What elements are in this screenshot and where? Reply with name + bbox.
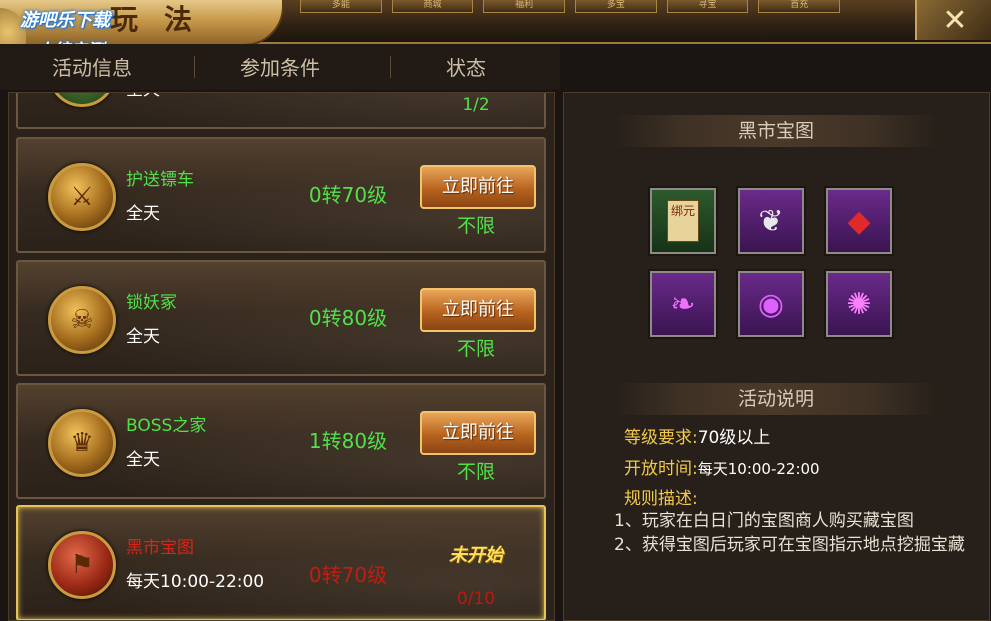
top-tab[interactable]: 福利 — [483, 0, 566, 13]
boss-home-icon: ♛ — [48, 409, 116, 477]
activity-level-req: 0转70级 — [308, 183, 388, 207]
activity-desc-header: 活动说明 — [616, 383, 936, 415]
list-item-selected[interactable]: ⚑ 黑市宝图 每天10:00-22:00 0转70级 未开始 0/10 — [16, 505, 546, 620]
top-tab[interactable]: 多能 — [300, 0, 382, 13]
open-time-value: 每天10:00-22:00 — [697, 460, 820, 478]
activity-level-req: 1转80级 — [308, 429, 388, 453]
activity-limit: 不限 — [456, 461, 495, 483]
list-item[interactable]: ♛ BOSS之家 全天 1转80级 立即前往 不限 — [16, 383, 546, 499]
top-tab[interactable]: 首充 — [758, 0, 841, 13]
open-time-label: 开放时间: — [624, 459, 698, 479]
open-time: 开放时间:每天10:00-22:00 — [624, 454, 820, 479]
list-item[interactable]: ☠ 锁妖冢 全天 0转80级 立即前往 不限 — [16, 260, 546, 376]
col-condition: 参加条件 — [240, 56, 320, 80]
activity-limit: 不限 — [456, 215, 495, 237]
level-label: 等级要求: — [624, 428, 698, 448]
feather-icon: ❦ — [758, 203, 784, 239]
column-header: 活动信息 参加条件 状态 — [0, 44, 560, 90]
go-now-button[interactable]: 立即前往 — [420, 411, 536, 455]
col-activity-info: 活动信息 — [52, 56, 132, 80]
activity-count: 1/2 — [462, 95, 490, 115]
list-item[interactable]: 全天 1/2 — [16, 93, 546, 129]
activity-limit: 不限 — [456, 338, 495, 360]
go-now-button[interactable]: 立即前往 — [420, 288, 536, 332]
status-not-started: 未开始 — [449, 545, 503, 566]
activity-name: 黑市宝图 — [126, 538, 194, 558]
activity-level-req: 0转80级 — [308, 306, 388, 330]
watermark-line1: 游吧乐下载 — [20, 10, 110, 31]
activity-name: 锁妖冢 — [126, 293, 177, 313]
top-tab[interactable]: 多宝 — [575, 0, 657, 13]
activity-level-req: 0转70级 — [308, 563, 388, 587]
reward-slot[interactable]: ◆ — [826, 188, 892, 254]
top-tab[interactable]: 寻宝 — [666, 0, 749, 13]
activity-time: 全天 — [126, 327, 160, 347]
demon-tomb-icon: ☠ — [48, 286, 116, 354]
page-title: 玩法 — [110, 3, 219, 36]
escort-cart-icon: ⚔ — [48, 163, 116, 231]
activity-name: 护送镖车 — [126, 170, 194, 190]
activity-time: 每天10:00-22:00 — [126, 572, 265, 592]
rule-line-1: 1、玩家在白日门的宝图商人购买藏宝图 — [614, 511, 914, 531]
purple-swirl-icon: ✺ — [846, 286, 872, 322]
level-requirement: 等级要求:70级以上 — [624, 423, 770, 448]
reward-slot[interactable]: ◉ — [738, 271, 804, 337]
divider — [194, 56, 195, 78]
reward-slot[interactable]: 绑元 — [650, 188, 716, 254]
activity-time: 全天 — [126, 93, 160, 100]
purple-feather-icon: ❧ — [670, 286, 696, 322]
reward-slot[interactable]: ❧ — [650, 271, 716, 337]
detail-title: 黑市宝图 — [616, 115, 936, 147]
close-button[interactable]: ✕ — [915, 0, 991, 40]
purple-orb-icon: ◉ — [757, 286, 785, 322]
bound-yuanbao-scroll-icon: 绑元 — [667, 200, 699, 242]
go-now-button[interactable]: 立即前往 — [420, 165, 536, 209]
black-market-map-icon: ⚑ — [48, 531, 116, 599]
activity-time: 全天 — [126, 204, 160, 224]
rule-line-2: 2、获得宝图后玩家可在宝图指示地点挖掘宝藏 — [614, 535, 965, 555]
col-status: 状态 — [446, 56, 486, 80]
top-tab[interactable]: 商城 — [391, 0, 474, 13]
activity-name: BOSS之家 — [126, 416, 207, 436]
activity-list[interactable]: 全天 1/2 ⚔ 护送镖车 全天 0转70级 立即前往 不限 ☠ 锁妖冢 全天 … — [8, 92, 555, 621]
rules-label: 规则描述: — [624, 489, 698, 509]
detail-panel: 黑市宝图 绑元 ❦ ◆ ❧ ◉ ✺ 活动说明 等级要求:70级以上 开放时间:每… — [563, 92, 990, 621]
activity-limit: 0/10 — [456, 589, 496, 609]
top-tab-strip: 多能 商城 福利 多宝 寻宝 首充 — [300, 0, 841, 14]
close-x-icon: ✕ — [942, 2, 968, 38]
reward-slot[interactable]: ✺ — [826, 271, 892, 337]
level-value: 70级以上 — [697, 428, 771, 448]
activity-emblem-icon — [48, 93, 116, 107]
reward-slot[interactable]: ❦ — [738, 188, 804, 254]
red-gem-icon: ◆ — [847, 203, 871, 239]
list-item[interactable]: ⚔ 护送镖车 全天 0转70级 立即前往 不限 — [16, 137, 546, 253]
rules-label-row: 规则描述: — [624, 484, 698, 509]
activity-time: 全天 — [126, 450, 160, 470]
divider — [390, 56, 391, 78]
